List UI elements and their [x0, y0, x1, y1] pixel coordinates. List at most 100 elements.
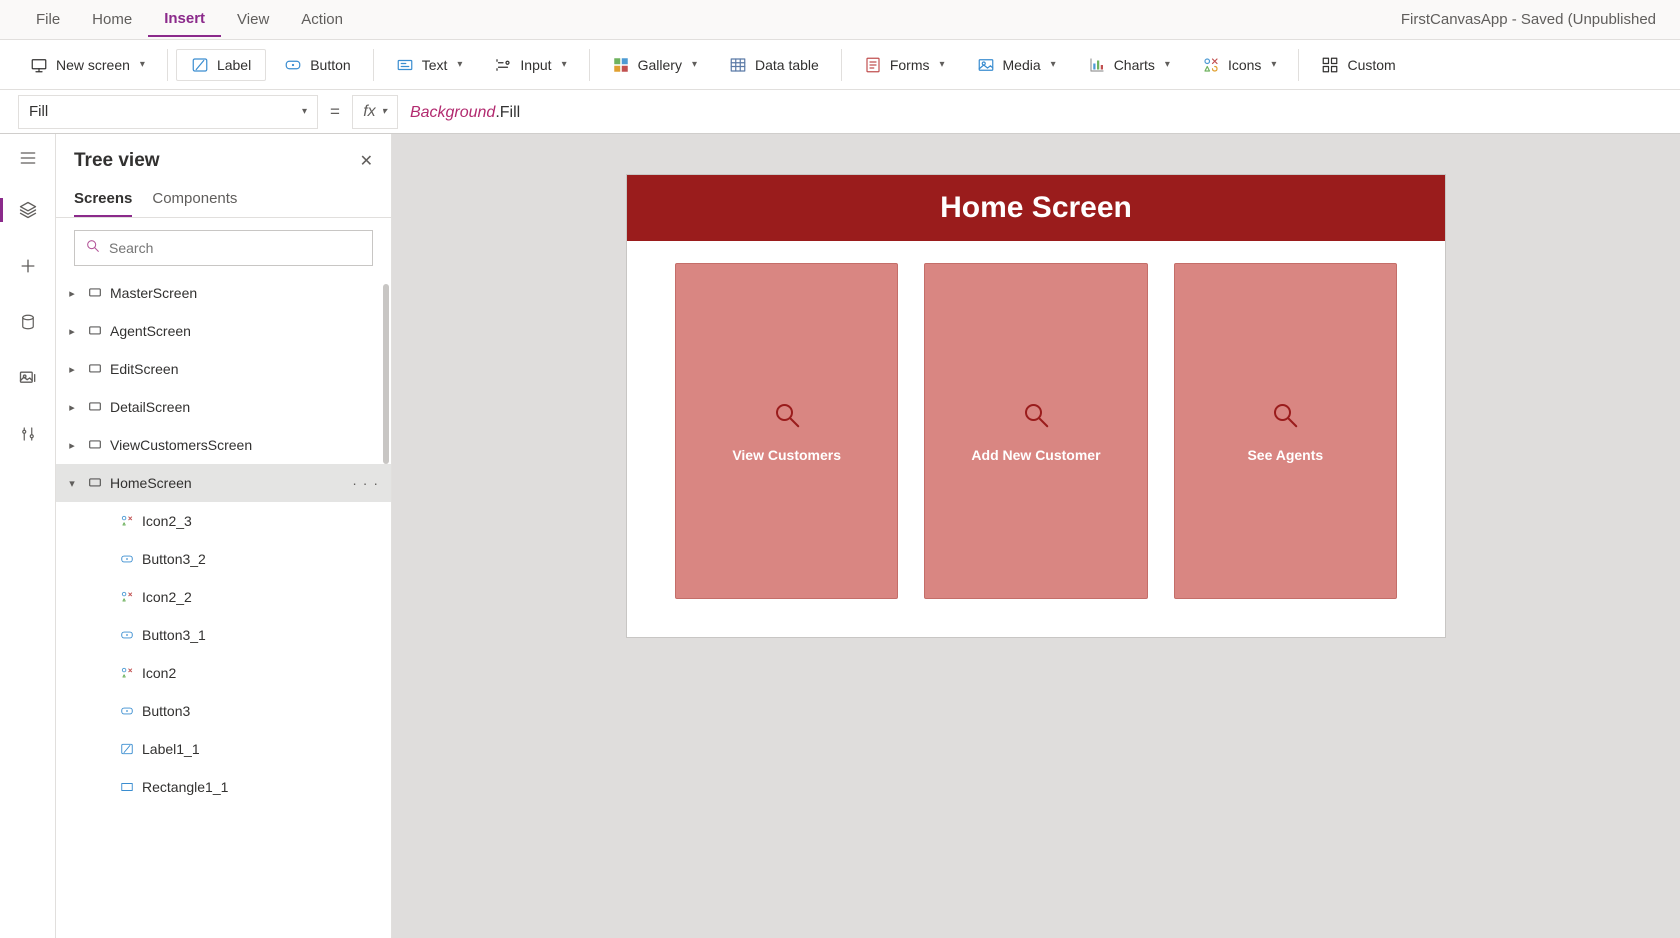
tree-screen-row[interactable]: ▸ MasterScreen: [56, 274, 391, 312]
input-label: Input: [520, 57, 551, 73]
ribbon-separator: [373, 49, 374, 81]
search-icon: [1021, 400, 1051, 433]
tree-control-row[interactable]: Icon2_2: [56, 578, 391, 616]
tree-item-label: EditScreen: [110, 361, 379, 377]
tree-item-label: Label1_1: [142, 741, 379, 757]
fx-button[interactable]: fx ▾: [352, 95, 398, 129]
menu-home[interactable]: Home: [76, 3, 148, 36]
tree-item-label: Icon2: [142, 665, 379, 681]
media-label: Media: [1003, 57, 1041, 73]
new-screen-button[interactable]: New screen ▾: [16, 50, 159, 80]
button-control-button[interactable]: Button: [270, 50, 364, 80]
expand-chevron-icon[interactable]: ▾: [64, 477, 80, 490]
media-rail-button[interactable]: [10, 360, 46, 396]
app-preview-frame[interactable]: Home Screen View Customers Add New Custo…: [626, 174, 1446, 638]
card-see-agents[interactable]: See Agents: [1174, 263, 1397, 599]
formula-object: Background: [410, 104, 495, 121]
tree-control-row[interactable]: Button3: [56, 692, 391, 730]
button-icon: [118, 703, 136, 719]
tree-control-row[interactable]: Icon2: [56, 654, 391, 692]
button-icon: [284, 56, 302, 74]
close-icon[interactable]: ✕: [360, 151, 373, 171]
tab-screens[interactable]: Screens: [74, 182, 132, 217]
tab-components[interactable]: Components: [152, 182, 237, 217]
tree-screen-row[interactable]: ▸ViewCustomersScreen: [56, 426, 391, 464]
screen-icon: [86, 323, 104, 339]
chevron-down-icon: ▾: [1051, 59, 1056, 70]
tree-view-panel: Tree view ✕ Screens Components ▸MasterSc…: [56, 134, 392, 938]
expand-chevron-icon[interactable]: ▸: [64, 287, 80, 300]
scrollbar-thumb[interactable]: [383, 284, 389, 464]
expand-chevron-icon[interactable]: ▸: [64, 363, 80, 376]
icon-icon: [118, 589, 136, 605]
card-view-customers[interactable]: View Customers: [675, 263, 898, 599]
charts-label: Charts: [1114, 57, 1155, 73]
tree-control-row[interactable]: Button3_2: [56, 540, 391, 578]
tree-screen-row[interactable]: ▸AgentScreen: [56, 312, 391, 350]
chevron-down-icon: ▾: [382, 106, 387, 117]
menu-view[interactable]: View: [221, 3, 285, 36]
button-icon: [118, 627, 136, 643]
gallery-button[interactable]: Gallery ▾: [598, 50, 711, 80]
tree-item-label: MasterScreen: [110, 285, 379, 301]
tree-list: ▸MasterScreen▸AgentScreen▸EditScreen▸Det…: [56, 274, 391, 938]
label-icon: [118, 741, 136, 757]
formula-bar: Fill ▾ = fx ▾ Background.Fill: [0, 90, 1680, 134]
tree-view-rail-button[interactable]: [10, 192, 46, 228]
expand-chevron-icon[interactable]: ▸: [64, 439, 80, 452]
more-options-icon[interactable]: · · ·: [352, 475, 379, 491]
search-input[interactable]: [109, 240, 362, 256]
tree-screen-row[interactable]: ▸ EditScreen: [56, 350, 391, 388]
media-button[interactable]: Media ▾: [963, 50, 1070, 80]
button-label: Button: [310, 57, 350, 73]
menu-file[interactable]: File: [20, 3, 76, 36]
icon-icon: [118, 513, 136, 529]
text-button[interactable]: Text ▾: [382, 50, 477, 80]
tree-search[interactable]: [74, 230, 373, 266]
custom-label: Custom: [1347, 57, 1395, 73]
menu-insert[interactable]: Insert: [148, 2, 221, 37]
data-rail-button[interactable]: [10, 304, 46, 340]
tree-screen-row[interactable]: ▸ DetailScreen: [56, 388, 391, 426]
advanced-rail-button[interactable]: [10, 416, 46, 452]
tree-item-label: Icon2_3: [142, 513, 379, 529]
tree-item-label: DetailScreen: [110, 399, 379, 415]
expand-chevron-icon[interactable]: ▸: [64, 401, 80, 414]
hamburger-button[interactable]: [10, 144, 46, 172]
label-button[interactable]: Label: [176, 49, 266, 81]
chevron-down-icon: ▾: [1271, 59, 1276, 70]
fx-label: fx: [363, 103, 375, 121]
charts-button[interactable]: Charts ▾: [1074, 50, 1184, 80]
formula-prop: Fill: [500, 104, 520, 121]
input-button[interactable]: Input ▾: [480, 50, 580, 80]
icons-button[interactable]: Icons ▾: [1188, 50, 1291, 80]
insert-rail-button[interactable]: [10, 248, 46, 284]
custom-button[interactable]: Custom: [1307, 50, 1409, 80]
tree-control-row[interactable]: Button3_1: [56, 616, 391, 654]
icons-icon: [1202, 56, 1220, 74]
icon-icon: [118, 665, 136, 681]
expand-chevron-icon[interactable]: ▸: [64, 325, 80, 338]
chevron-down-icon: ▾: [302, 106, 307, 117]
data-table-button[interactable]: Data table: [715, 50, 833, 80]
menu-bar: File Home Insert View Action FirstCanvas…: [0, 0, 1680, 40]
formula-input[interactable]: Background.Fill: [410, 102, 1662, 122]
menu-action[interactable]: Action: [285, 3, 359, 36]
forms-button[interactable]: Forms ▾: [850, 50, 959, 80]
equals-sign: =: [330, 102, 340, 122]
tree-control-row[interactable]: Rectangle1_1: [56, 768, 391, 806]
ribbon-separator: [841, 49, 842, 81]
card-add-new-customer[interactable]: Add New Customer: [924, 263, 1147, 599]
screen-icon: [86, 399, 104, 415]
canvas-area[interactable]: Home Screen View Customers Add New Custo…: [392, 134, 1680, 938]
tree-control-row[interactable]: Label1_1: [56, 730, 391, 768]
property-selector[interactable]: Fill ▾: [18, 95, 318, 129]
tree-screen-row[interactable]: ▾HomeScreen· · ·: [56, 464, 391, 502]
data-table-icon: [729, 56, 747, 74]
property-name: Fill: [29, 103, 48, 120]
tree-control-row[interactable]: Icon2_3: [56, 502, 391, 540]
text-label: Text: [422, 57, 448, 73]
button-icon: [118, 551, 136, 567]
custom-icon: [1321, 56, 1339, 74]
forms-icon: [864, 56, 882, 74]
